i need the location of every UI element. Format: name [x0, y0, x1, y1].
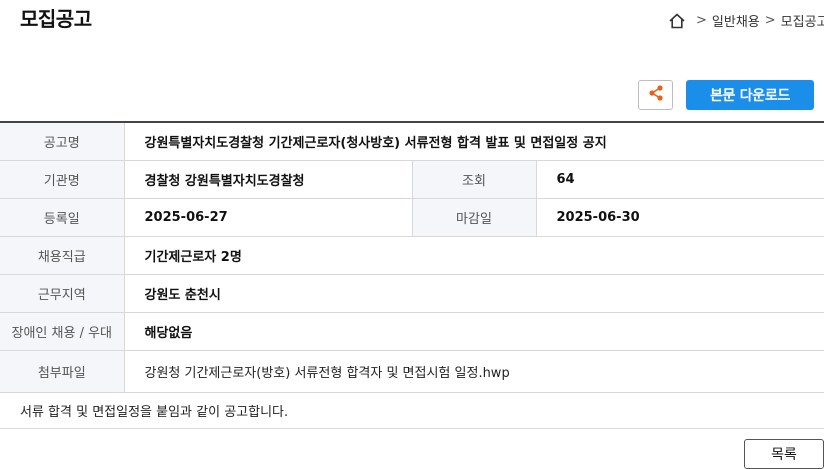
agency-label: 기관명: [0, 160, 125, 199]
table-row: 등록일 2025-06-27 마감일 2025-06-30: [0, 198, 824, 237]
views-label: 조회: [411, 160, 537, 199]
disability-label: 장애인 채용 / 우대: [0, 312, 125, 351]
table-row: 공고명 강원특별자치도경찰청 기간제근로자(청사방호) 서류전형 합격 발표 및…: [0, 122, 824, 161]
notice-body: 서류 합격 및 면접일정을 붙임과 같이 공고합니다.: [0, 392, 824, 429]
deadline-label: 마감일: [411, 198, 537, 237]
table-row: 첨부파일 강원청 기간제근로자(방호) 서류전형 합격자 및 면접시험 일정.h…: [0, 350, 824, 393]
breadcrumb-separator: >: [696, 13, 707, 28]
share-icon: [647, 84, 665, 106]
breadcrumb-item-current[interactable]: 모집공고: [781, 11, 824, 30]
attachment-link[interactable]: 강원청 기간제근로자(방호) 서류전형 합격자 및 면접시험 일정.hwp: [124, 350, 824, 393]
table-row: 채용직급 기간제근로자 2명: [0, 236, 824, 275]
table-row: 기관명 경찰청 강원특별자치도경찰청 조회 64: [0, 160, 824, 199]
title-value: 강원특별자치도경찰청 기간제근로자(청사방호) 서류전형 합격 발표 및 면접일…: [124, 122, 824, 161]
breadcrumb-item-general[interactable]: 일반채용: [712, 11, 760, 30]
views-value: 64: [536, 160, 824, 199]
breadcrumb: > 일반채용 > 모집공고: [668, 11, 824, 30]
deadline-value: 2025-06-30: [536, 198, 824, 237]
download-button[interactable]: 본문 다운로드: [686, 80, 814, 110]
attachment-label: 첨부파일: [0, 350, 125, 393]
share-button[interactable]: [638, 80, 673, 110]
list-button[interactable]: 목록: [744, 439, 824, 469]
location-value: 강원도 춘천시: [124, 274, 824, 313]
position-label: 채용직급: [0, 236, 125, 275]
info-table: 공고명 강원특별자치도경찰청 기간제근로자(청사방호) 서류전형 합격 발표 및…: [0, 121, 824, 393]
home-icon[interactable]: [668, 12, 686, 30]
title-label: 공고명: [0, 122, 125, 161]
agency-value: 경찰청 강원특별자치도경찰청: [124, 160, 412, 199]
disability-value: 해당없음: [124, 312, 824, 351]
breadcrumb-separator: >: [764, 13, 776, 28]
location-label: 근무지역: [0, 274, 125, 313]
page-title: 모집공고: [20, 7, 92, 31]
position-value: 기간제근로자 2명: [124, 236, 824, 275]
table-row: 장애인 채용 / 우대 해당없음: [0, 312, 824, 351]
registered-label: 등록일: [0, 198, 125, 237]
table-row: 근무지역 강원도 춘천시: [0, 274, 824, 313]
registered-value: 2025-06-27: [124, 198, 412, 237]
